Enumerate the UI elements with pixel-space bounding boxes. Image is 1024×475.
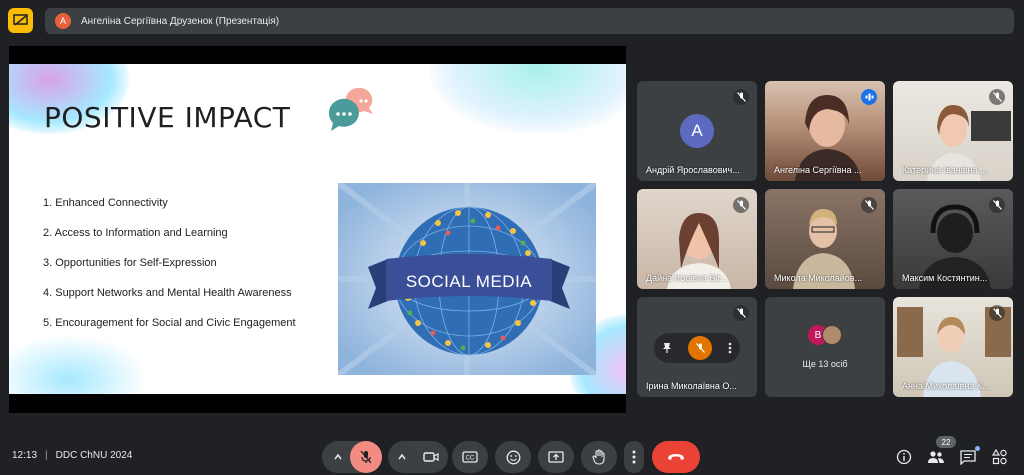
tile-hover-controls[interactable]: [654, 333, 740, 363]
participant-tile[interactable]: Ірина Миколаївна О...: [637, 297, 757, 397]
chevron-up-icon[interactable]: [332, 451, 344, 463]
presentation-icon[interactable]: [8, 8, 33, 33]
chevron-up-icon[interactable]: [396, 451, 408, 463]
participant-name: Андрій Ярославович...: [646, 165, 740, 175]
present-button[interactable]: [538, 441, 574, 473]
activities-icon: [992, 449, 1007, 465]
phone-hangup-icon: [668, 454, 684, 460]
more-participants-tile[interactable]: В Ще 13 осіб: [765, 297, 885, 397]
present-screen-icon: [548, 450, 564, 463]
mic-off-icon: [989, 197, 1005, 213]
mic-off-icon: [989, 305, 1005, 321]
chat-bubbles-icon: [328, 88, 373, 131]
slide-bullet: 2. Access to Information and Learning: [43, 227, 228, 239]
social-media-image: SOCIAL MEDIA: [338, 183, 596, 375]
presenter-avatar: А: [55, 13, 71, 29]
participant-tile[interactable]: Максим Костянтин...: [893, 189, 1013, 289]
microphone-control[interactable]: [322, 441, 382, 473]
mic-off-icon: [733, 197, 749, 213]
participant-avatar: [822, 325, 842, 345]
people-icon: [928, 451, 944, 463]
emoji-icon: [506, 450, 520, 464]
participant-tile[interactable]: Катерина Іванівна ...: [893, 81, 1013, 181]
participant-tile[interactable]: Ангеліна Сергіївна ...: [765, 81, 885, 181]
participant-name: Дайна Ігорівна Біг...: [646, 273, 728, 283]
participant-name: Максим Костянтин...: [902, 273, 988, 283]
participant-name: Ангеліна Сергіївна ...: [774, 165, 862, 175]
more-vert-icon: [632, 450, 636, 464]
camera-control[interactable]: [388, 441, 448, 473]
mic-off-button[interactable]: [350, 441, 382, 473]
clock: 12:13: [12, 450, 38, 461]
divider: |: [45, 450, 48, 461]
participant-name: Микола Миколайов...: [774, 273, 863, 283]
screen-share-icon: [13, 14, 28, 26]
pin-icon[interactable]: [662, 342, 672, 354]
reactions-button[interactable]: [495, 441, 531, 473]
speaking-indicator-icon: [861, 89, 877, 105]
slide-title: POSITIVE IMPACT: [44, 101, 291, 134]
participant-tile[interactable]: Дайна Ігорівна Біг...: [637, 189, 757, 289]
social-media-banner: SOCIAL MEDIA: [406, 272, 532, 291]
info-icon: [896, 449, 912, 465]
notification-dot: [975, 446, 980, 451]
people-button[interactable]: [925, 446, 947, 468]
activities-button[interactable]: [989, 446, 1011, 468]
mic-off-icon: [861, 197, 877, 213]
mic-off-icon: [733, 89, 749, 105]
svg-text:CC: CC: [466, 456, 475, 462]
participant-tile[interactable]: А Андрій Ярославович...: [637, 81, 757, 181]
more-participants-avatars: В: [808, 325, 848, 347]
captions-icon: CC: [462, 451, 478, 463]
slide: POSITIVE IMPACT 1. Enhanced Connectivity…: [9, 64, 626, 394]
more-options-button[interactable]: [624, 441, 644, 473]
participant-tile[interactable]: Анна Миколаївна К...: [893, 297, 1013, 397]
captions-button[interactable]: CC: [452, 441, 488, 473]
mute-participant-icon[interactable]: [688, 336, 712, 360]
participant-tile[interactable]: Микола Миколайов...: [765, 189, 885, 289]
participant-avatar: А: [680, 114, 714, 148]
mic-off-icon: [360, 450, 372, 464]
chat-icon: [960, 449, 976, 465]
mic-off-icon: [989, 89, 1005, 105]
camera-icon: [423, 452, 439, 462]
raise-hand-button[interactable]: [581, 441, 617, 473]
more-participants-label: Ще 13 осіб: [802, 359, 848, 369]
hand-icon: [592, 449, 605, 465]
slide-decoration: [429, 64, 626, 134]
meeting-info: 12:13 | DDC ChNU 2024: [12, 450, 132, 461]
presentation-view[interactable]: POSITIVE IMPACT 1. Enhanced Connectivity…: [9, 46, 626, 413]
more-options-icon[interactable]: [728, 342, 732, 354]
slide-bullet: 1. Enhanced Connectivity: [43, 197, 168, 209]
participant-name: Анна Миколаївна К...: [902, 381, 990, 391]
participant-name: Ірина Миколаївна О...: [646, 381, 737, 391]
presentation-bar[interactable]: А Ангеліна Сергіївна Друзенок (Презентац…: [45, 8, 1014, 34]
slide-bullet: 3. Opportunities for Self-Expression: [43, 257, 217, 269]
meeting-name: DDC ChNU 2024: [55, 450, 133, 461]
presentation-title: Ангеліна Сергіївна Друзенок (Презентація…: [81, 15, 280, 27]
slide-bullet: 4. Support Networks and Mental Health Aw…: [43, 287, 292, 299]
meeting-details-button[interactable]: [893, 446, 915, 468]
slide-bullet-list: 1. Enhanced Connectivity 2. Access to In…: [43, 197, 296, 347]
slide-bullet: 5. Encouragement for Social and Civic En…: [43, 317, 296, 329]
participant-name: Катерина Іванівна ...: [902, 165, 988, 175]
mic-off-icon: [733, 305, 749, 321]
end-call-button[interactable]: [652, 441, 700, 473]
